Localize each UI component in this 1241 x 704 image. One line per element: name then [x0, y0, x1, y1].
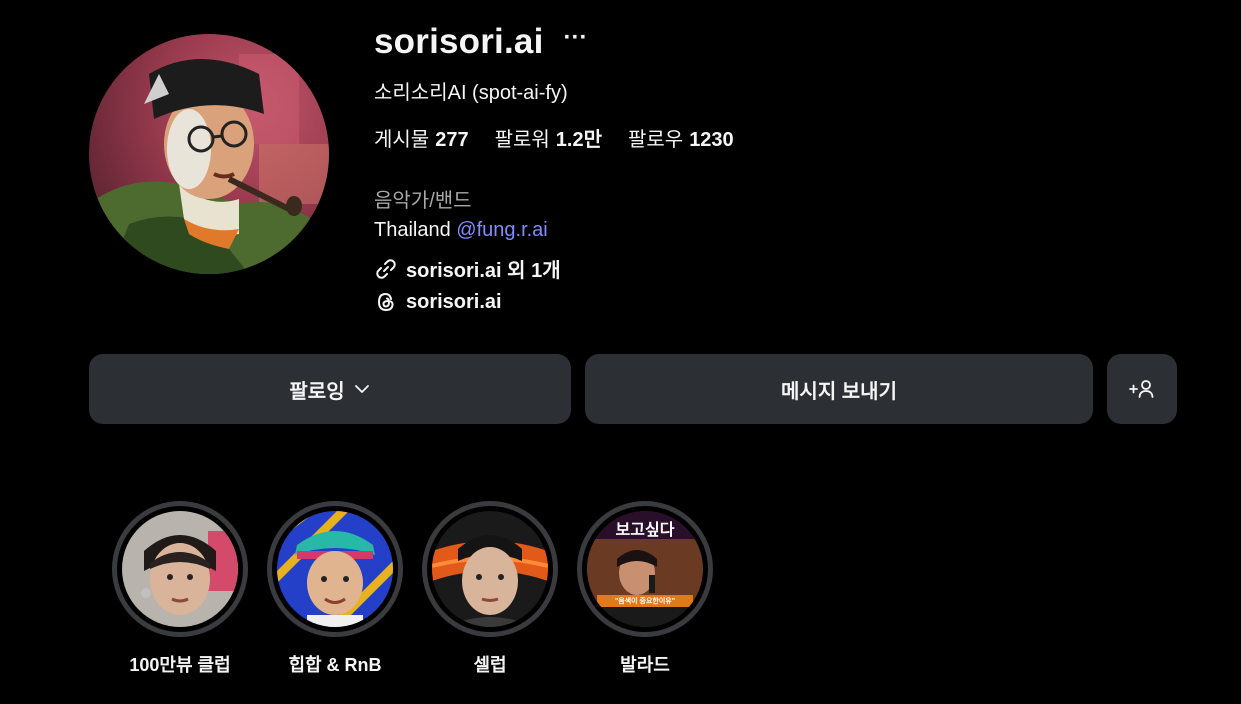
highlight-item[interactable]: 100만뷰 클럽	[112, 501, 248, 677]
posts-label: 게시물	[374, 129, 430, 151]
highlight-item[interactable]: 셀럽	[422, 501, 558, 677]
highlight-ring: 보고싶다 "음색이 중요한이유"	[577, 501, 713, 637]
highlight-label: 힙합 & RnB	[288, 655, 382, 675]
highlight-label: 발라드	[620, 655, 670, 675]
highlight-cover-caption: "음색이 중요한이유"	[614, 598, 676, 605]
avatar-painting-image	[89, 54, 329, 274]
followers-label: 팔로워	[494, 129, 550, 151]
highlight-label: 100만뷰 클럽	[129, 655, 231, 675]
send-message-label: 메시지 보내기	[781, 380, 897, 403]
threads-link[interactable]: sorisori.ai	[374, 290, 502, 314]
highlight-label: 셀럽	[473, 655, 507, 675]
highlight-cover-image	[432, 511, 548, 627]
add-person-button[interactable]	[1107, 354, 1177, 424]
followers-value: 1.2만	[555, 129, 602, 151]
followers-count[interactable]: 팔로워 1.2만	[495, 123, 602, 152]
following-label: 팔로우	[627, 129, 684, 151]
profile-avatar[interactable]	[89, 34, 329, 274]
highlight-cover-title: 보고싶다	[615, 522, 675, 539]
highlight-ring	[112, 501, 248, 637]
highlight-cover-image	[277, 511, 393, 627]
threads-link-label: sorisori.ai	[406, 290, 502, 313]
highlight-item[interactable]: 보고싶다 "음색이 중요한이유" 발라드	[577, 501, 713, 677]
following-value: 1230	[689, 129, 734, 151]
following-button[interactable]: 팔로잉	[89, 354, 571, 424]
following-count[interactable]: 팔로우 1230	[628, 123, 734, 152]
following-button-label: 팔로잉	[289, 380, 345, 403]
threads-icon	[377, 292, 394, 312]
send-message-button[interactable]: 메시지 보내기	[585, 354, 1093, 424]
posts-count[interactable]: 게시물 277	[374, 123, 469, 152]
add-person-icon	[1129, 380, 1154, 398]
bio-text: Thailand	[374, 219, 457, 241]
external-link-label: sorisori.ai 외 1개	[406, 260, 561, 282]
link-icon	[376, 258, 396, 279]
profile-username: sorisori.ai	[374, 22, 544, 61]
highlight-ring	[267, 501, 403, 637]
highlight-ring	[422, 501, 558, 637]
highlight-item[interactable]: 힙합 & RnB	[267, 501, 403, 677]
profile-stats: 게시물 277 팔로워 1.2만 팔로우 1230	[374, 123, 760, 152]
more-options-icon[interactable]: ···	[564, 26, 588, 50]
profile-full-name: 소리소리AI (spot-ai-fy)	[374, 82, 568, 104]
profile-category: 음악가/밴드	[374, 190, 472, 212]
bio-mention-link[interactable]: @fung.r.ai	[456, 219, 547, 241]
profile-bio: Thailand @fung.r.ai	[374, 219, 548, 242]
highlight-cover-image	[122, 511, 238, 627]
posts-value: 277	[435, 129, 469, 151]
external-link[interactable]: sorisori.ai 외 1개	[374, 254, 561, 283]
chevron-down-icon	[354, 385, 369, 393]
